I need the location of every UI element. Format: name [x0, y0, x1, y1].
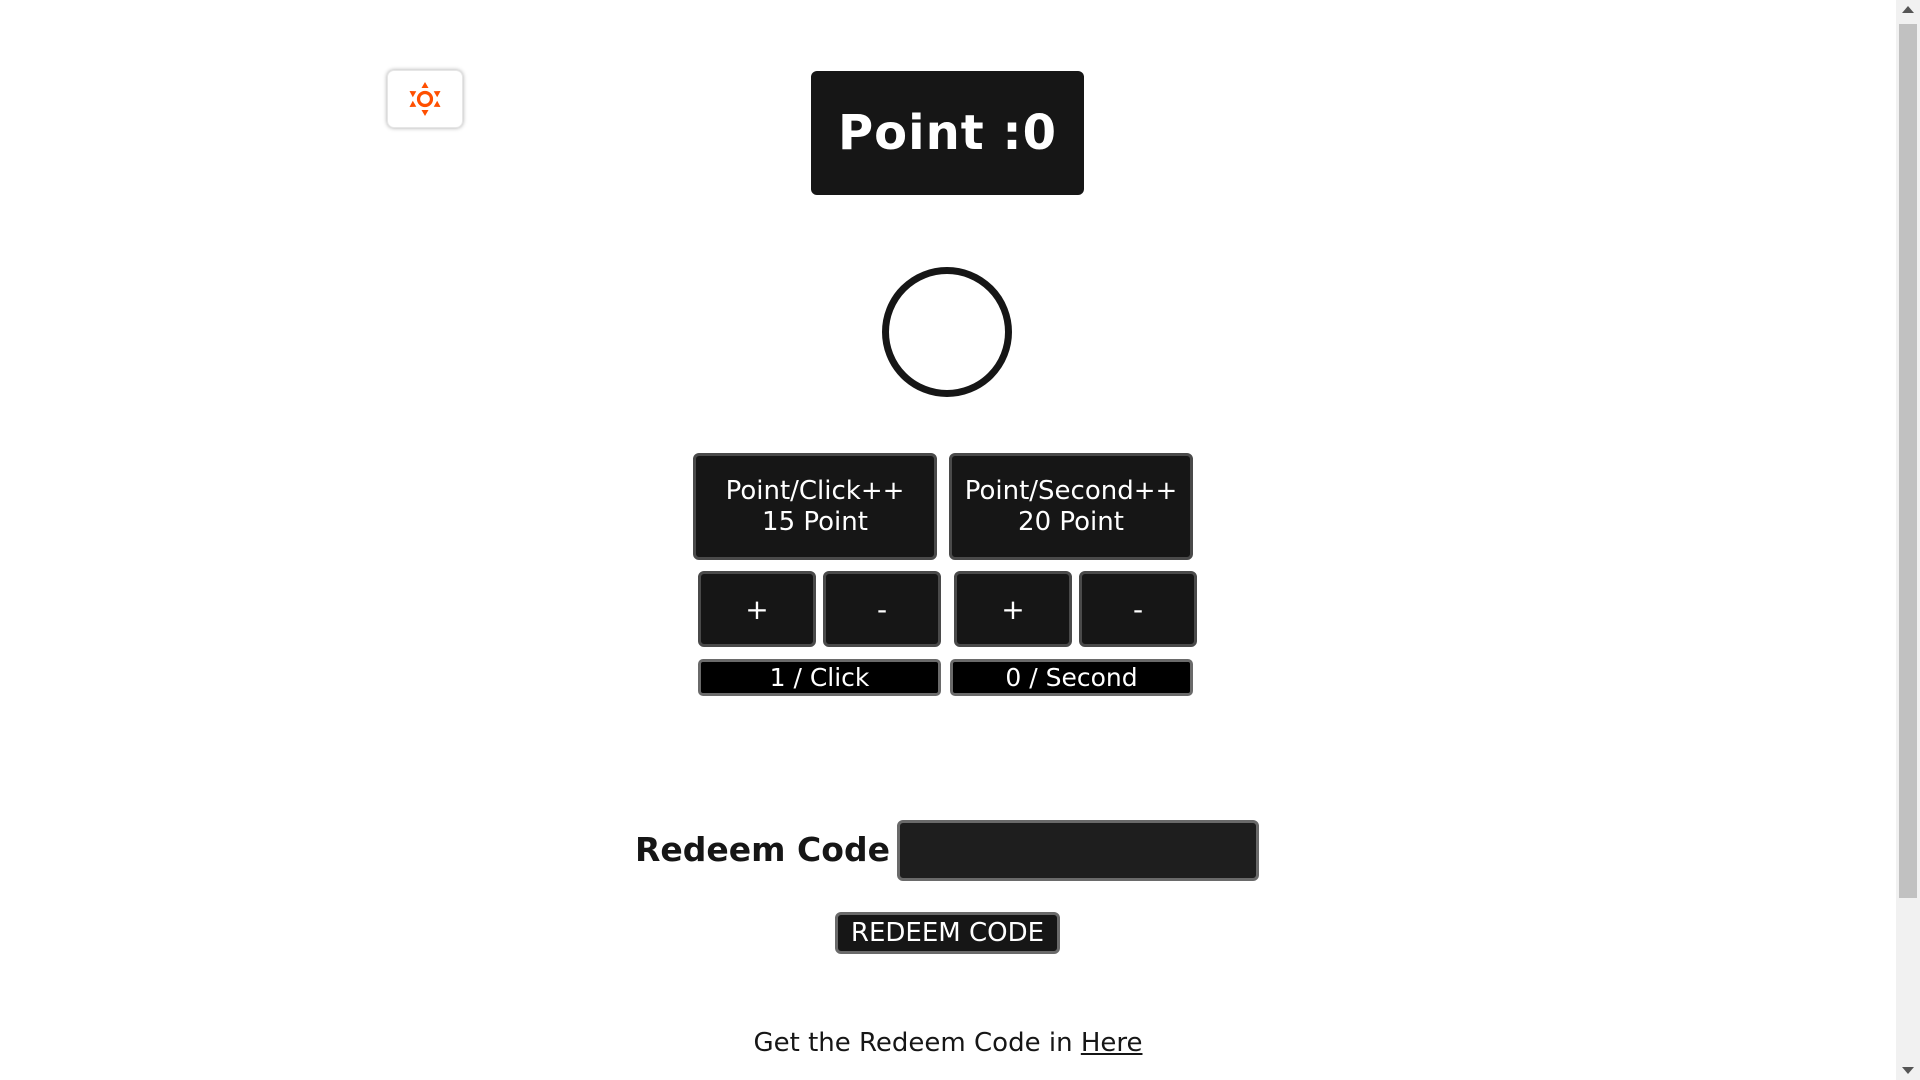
second-plus-button[interactable]: +	[954, 571, 1072, 647]
scroll-thumb[interactable]	[1899, 24, 1917, 898]
point-per-second-upgrade-button[interactable]: Point/Second++ 20 Point	[949, 453, 1193, 560]
point-per-click-upgrade-button[interactable]: Point/Click++ 15 Point	[693, 453, 937, 560]
scroll-up-arrow-icon[interactable]	[1902, 6, 1914, 13]
click-plus-button[interactable]: +	[698, 571, 816, 647]
upgrade-title: Point/Click++	[725, 475, 905, 506]
vertical-scrollbar[interactable]	[1896, 0, 1920, 1080]
second-rate-display: 0 / Second	[950, 659, 1193, 696]
click-target-circle[interactable]	[882, 267, 1012, 397]
redeem-code-button[interactable]: REDEEM CODE	[835, 912, 1060, 954]
upgrade-title: Point/Second++	[964, 475, 1178, 506]
score-display: Point :0	[811, 71, 1084, 195]
click-minus-button[interactable]: -	[823, 571, 941, 647]
score-value: 0	[1022, 105, 1058, 161]
footer-here-link[interactable]: Here	[1081, 1028, 1143, 1058]
click-rate-display: 1 / Click	[698, 659, 941, 696]
theme-toggle-button[interactable]	[387, 70, 463, 128]
sun-icon	[409, 82, 441, 116]
redeem-code-label: Redeem Code :	[635, 830, 915, 869]
scroll-down-arrow-icon[interactable]	[1902, 1067, 1914, 1074]
upgrade-cost: 20 Point	[1018, 506, 1124, 537]
footer-prefix: Get the Redeem Code in	[753, 1028, 1081, 1058]
footer-text: Get the Redeem Code in Here	[0, 1028, 1896, 1058]
score-label: Point :	[837, 105, 1023, 161]
upgrade-cost: 15 Point	[762, 506, 868, 537]
redeem-code-input[interactable]	[897, 820, 1259, 881]
second-minus-button[interactable]: -	[1079, 571, 1197, 647]
game-page: Point :0 Point/Click++ 15 Point Point/Se…	[0, 0, 1920, 1080]
